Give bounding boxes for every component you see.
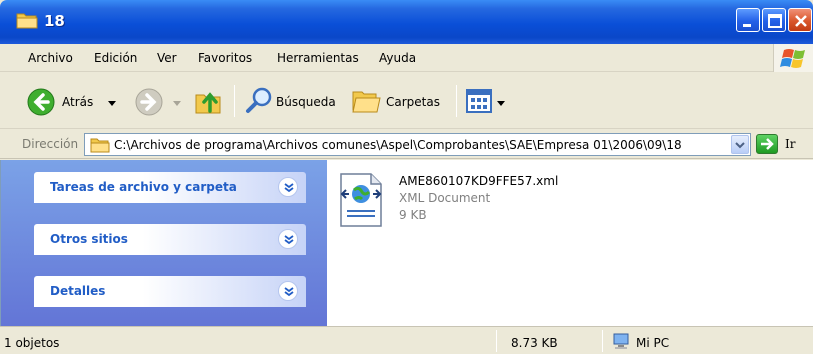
menu-edicion[interactable]: Edición (94, 51, 137, 65)
task-group-details[interactable]: Detalles (34, 276, 306, 307)
search-icon[interactable] (244, 86, 274, 119)
file-item[interactable]: AME860107KD9FFE57.xml XML Document 9 KB (337, 172, 597, 232)
views-dropdown-icon[interactable] (497, 96, 505, 110)
up-folder-icon[interactable] (192, 85, 224, 120)
folders-icon[interactable] (350, 86, 382, 119)
file-name[interactable]: AME860107KD9FFE57.xml (399, 174, 558, 188)
task-group-label[interactable]: Otros sitios (50, 232, 128, 246)
menu-bar: Archivo Edición Ver Favoritos Herramient… (0, 44, 813, 72)
file-type: XML Document (399, 191, 491, 205)
folders-button-label[interactable]: Carpetas (386, 95, 440, 109)
search-button-label[interactable]: Búsqueda (276, 95, 336, 109)
address-bar: Dirección C:\Archivos de programa\Archiv… (0, 130, 813, 159)
task-group-file-folder[interactable]: Tareas de archivo y carpeta (34, 172, 306, 203)
toolbar: Atrás Búsqueda Carpetas (0, 73, 813, 129)
status-divider (602, 330, 603, 352)
back-dropdown-icon[interactable] (108, 96, 116, 110)
toolbar-separator (456, 85, 457, 117)
windows-logo-icon (773, 44, 813, 72)
status-bar: 1 objetos 8.73 KB Mi PC (0, 326, 813, 354)
menu-archivo[interactable]: Archivo (28, 51, 73, 65)
address-dropdown-button[interactable] (731, 135, 749, 154)
address-label: Dirección (22, 137, 79, 151)
minimize-button[interactable] (736, 8, 760, 32)
forward-arrow-icon[interactable] (134, 87, 164, 120)
task-group-label[interactable]: Tareas de archivo y carpeta (50, 180, 237, 194)
toolbar-separator (234, 85, 235, 117)
forward-dropdown-icon[interactable] (173, 96, 181, 110)
close-button[interactable] (788, 8, 812, 32)
menu-herramientas[interactable]: Herramientas (277, 51, 359, 65)
file-size: 9 KB (399, 208, 427, 222)
menu-favoritos[interactable]: Favoritos (198, 51, 252, 65)
go-arrow-icon[interactable] (756, 134, 778, 154)
status-location: Mi PC (636, 336, 670, 350)
task-group-other-places[interactable]: Otros sitios (34, 224, 306, 255)
computer-icon (612, 332, 630, 353)
views-icon[interactable] (466, 88, 492, 117)
status-size: 8.73 KB (511, 336, 558, 350)
folder-icon (16, 11, 38, 32)
chevron-down-icon[interactable] (278, 229, 298, 249)
xml-document-icon[interactable] (337, 172, 385, 231)
menu-ver[interactable]: Ver (157, 51, 177, 65)
content-area: Tareas de archivo y carpeta Otros sitios… (0, 160, 813, 326)
task-pane: Tareas de archivo y carpeta Otros sitios… (1, 160, 327, 326)
back-arrow-icon[interactable] (26, 87, 56, 120)
task-group-label[interactable]: Detalles (50, 284, 105, 298)
go-button-label[interactable]: Ir (785, 137, 795, 151)
title-bar[interactable]: 18 (0, 0, 813, 44)
folder-icon (90, 137, 110, 156)
maximize-button[interactable] (762, 8, 786, 32)
explorer-window: 18 Archivo Edición Ver Favoritos Herrami… (0, 0, 813, 354)
back-button-label[interactable]: Atrás (62, 95, 93, 109)
status-divider (496, 330, 497, 352)
chevron-down-icon[interactable] (278, 281, 298, 301)
status-object-count: 1 objetos (4, 336, 60, 350)
address-field[interactable]: C:\Archivos de programa\Archivos comunes… (84, 133, 751, 156)
chevron-down-icon[interactable] (278, 177, 298, 197)
address-path[interactable]: C:\Archivos de programa\Archivos comunes… (114, 138, 682, 152)
menu-ayuda[interactable]: Ayuda (379, 51, 416, 65)
window-title: 18 (44, 12, 65, 30)
